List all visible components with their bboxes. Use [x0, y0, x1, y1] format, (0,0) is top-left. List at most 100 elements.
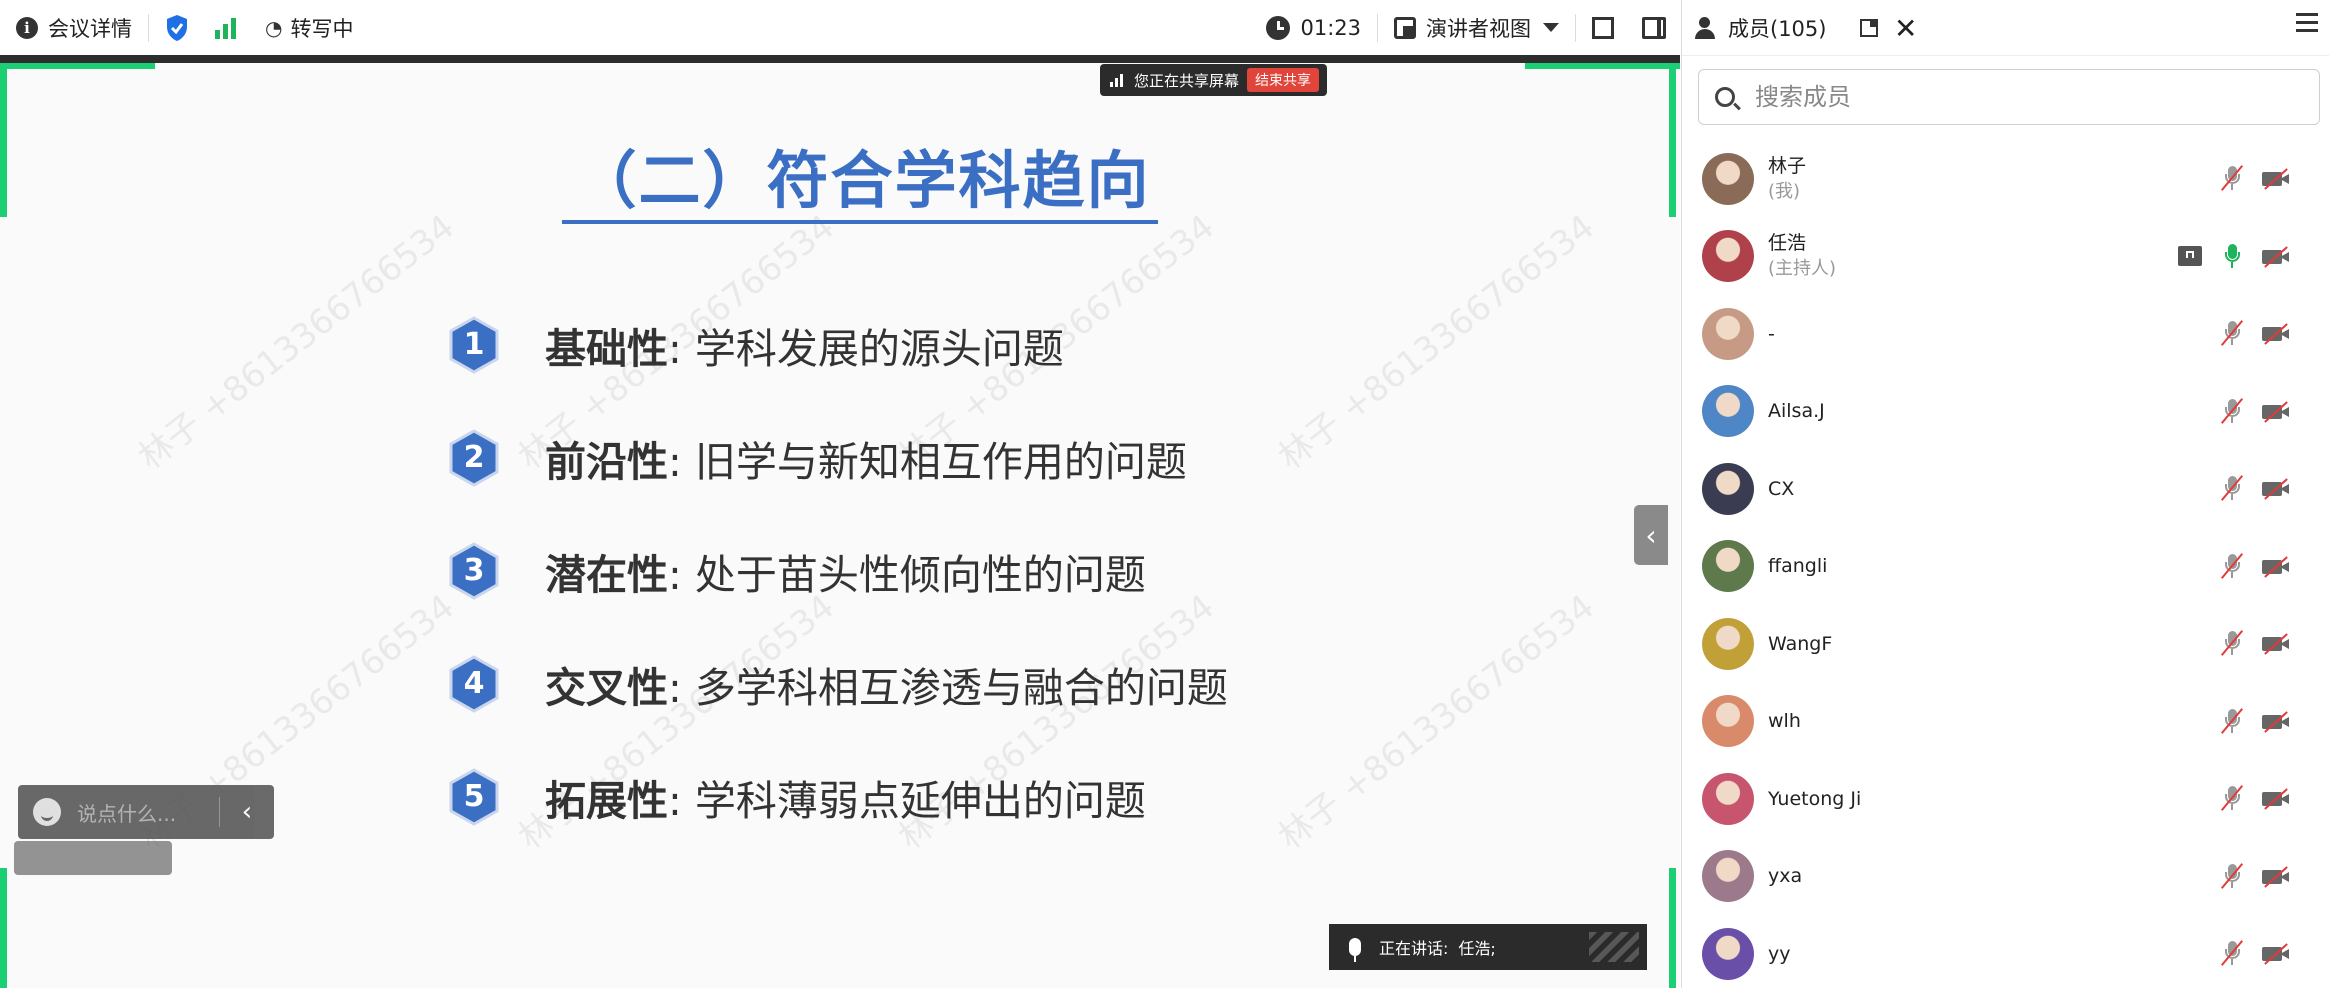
member-name: ffangli	[1768, 555, 1828, 577]
member-row[interactable]: wlh	[1682, 683, 2329, 760]
microphone-muted-icon[interactable]	[2220, 319, 2244, 347]
chat-collapse-button[interactable]: ‹	[220, 797, 274, 827]
member-name: 任浩	[1768, 232, 1807, 254]
member-status-icons	[2220, 784, 2290, 812]
avatar[interactable]	[1702, 772, 1754, 825]
camera-off-icon[interactable]	[2262, 475, 2290, 501]
member-row[interactable]: CX	[1682, 450, 2329, 527]
member-row[interactable]: 林子 (我)	[1682, 140, 2329, 217]
camera-off-icon[interactable]	[2262, 398, 2290, 424]
avatar[interactable]	[1702, 695, 1754, 747]
camera-off-icon[interactable]	[2262, 785, 2290, 811]
avatar[interactable]	[1702, 307, 1754, 360]
point-keyword: 前沿性	[545, 438, 668, 486]
member-status-icons	[2220, 552, 2290, 580]
member-info: -	[1768, 321, 1775, 347]
watermark: 林子 +8613366766534	[1271, 206, 1602, 478]
microphone-muted-icon[interactable]	[2220, 629, 2244, 657]
member-info: 任浩 (主持人)	[1768, 230, 1836, 282]
member-row[interactable]: ffangli	[1682, 528, 2329, 605]
microphone-muted-icon[interactable]	[2220, 474, 2244, 502]
member-status-icons	[2220, 707, 2290, 735]
stage-top-border	[0, 55, 1680, 63]
point-keyword: 潜在性	[545, 551, 668, 599]
chat-shadow	[14, 841, 172, 875]
camera-off-icon[interactable]	[2262, 863, 2290, 889]
toolbar-divider	[1575, 13, 1576, 42]
member-row[interactable]: WangF	[1682, 605, 2329, 682]
avatar[interactable]	[1702, 385, 1754, 437]
view-mode-dropdown[interactable]: 演讲者视图	[1394, 0, 1559, 55]
member-status-icons	[2220, 319, 2290, 347]
microphone-muted-icon[interactable]	[2220, 939, 2244, 967]
member-search-input[interactable]	[1753, 82, 2277, 112]
shared-screen-stage: 林子 +8613366766534 林子 +8613366766534 林子 +…	[0, 55, 1680, 988]
camera-off-icon[interactable]	[2262, 320, 2290, 346]
sidebar-toggle-icon[interactable]	[1642, 16, 1666, 39]
member-role: (我)	[1768, 180, 1801, 202]
menu-icon[interactable]	[2296, 13, 2318, 33]
watermark: 林子 +8613366766534	[1271, 586, 1602, 858]
chat-placeholder[interactable]: 说点什么...	[77, 798, 219, 827]
network-signal-icon[interactable]	[213, 16, 239, 40]
members-title: 成员(105)	[1728, 16, 1827, 41]
member-row[interactable]: yxa	[1682, 838, 2329, 915]
active-speaker-bar: 正在讲话: 任浩;	[1329, 924, 1647, 970]
number-badge-icon: 2	[445, 429, 503, 487]
camera-off-icon[interactable]	[2262, 630, 2290, 656]
chat-input-bar[interactable]: 说点什么... ‹	[18, 785, 274, 839]
share-frame-corner	[1669, 868, 1676, 988]
stop-sharing-button[interactable]: 结束共享	[1247, 68, 1320, 92]
microphone-muted-icon[interactable]	[2220, 862, 2244, 890]
popout-icon[interactable]	[1860, 19, 1878, 37]
security-shield-icon[interactable]	[165, 14, 189, 42]
avatar[interactable]	[1702, 540, 1754, 592]
member-row[interactable]: Ailsa.J	[1682, 373, 2329, 450]
member-search[interactable]	[1698, 69, 2320, 125]
close-icon[interactable]: ✕	[1894, 12, 1917, 45]
member-row[interactable]: 任浩 (主持人)	[1682, 218, 2329, 295]
microphone-muted-icon[interactable]	[2220, 397, 2244, 425]
microphone-muted-icon[interactable]	[2220, 552, 2244, 580]
member-row[interactable]: Yuetong Ji	[1682, 760, 2329, 837]
member-info: 林子 (我)	[1768, 153, 1806, 205]
avatar[interactable]	[1702, 617, 1754, 670]
transcribe-status[interactable]: ◔ 转写中	[239, 0, 353, 55]
camera-off-icon[interactable]	[2262, 708, 2290, 734]
avatar[interactable]	[1702, 927, 1754, 980]
number-badge-icon: 3	[445, 542, 503, 600]
watermark: 林子 +8613366766534	[131, 206, 462, 478]
member-info: yy	[1768, 941, 1791, 967]
fullscreen-icon[interactable]	[1592, 16, 1614, 39]
presenter-view-icon	[1394, 16, 1416, 39]
camera-off-icon[interactable]	[2262, 940, 2290, 966]
view-mode-label: 演讲者视图	[1426, 16, 1531, 41]
meeting-details-button[interactable]: i 会议详情	[16, 0, 132, 55]
member-name: WangF	[1768, 632, 1833, 655]
member-role: (主持人)	[1768, 258, 1837, 279]
camera-off-icon[interactable]	[2262, 165, 2290, 191]
emoji-icon[interactable]	[33, 798, 61, 826]
avatar[interactable]	[1702, 850, 1754, 902]
camera-off-icon[interactable]	[2262, 553, 2290, 579]
collapse-panel-handle[interactable]: ‹	[1634, 505, 1668, 565]
member-row[interactable]: -	[1682, 295, 2329, 372]
member-row[interactable]: yy	[1682, 915, 2329, 992]
point-number: 4	[463, 666, 485, 701]
microphone-muted-icon[interactable]	[2220, 784, 2244, 812]
meeting-toolbar: i 会议详情 ◔ 转写中 01:23 演讲者视图	[0, 0, 1680, 56]
sharing-signal-icon	[1110, 73, 1126, 87]
avatar[interactable]	[1702, 152, 1754, 205]
microphone-muted-icon[interactable]	[2220, 707, 2244, 735]
avatar[interactable]	[1702, 462, 1754, 515]
microphone-on-icon[interactable]	[2220, 242, 2244, 270]
camera-off-icon[interactable]	[2262, 243, 2290, 269]
member-name: Yuetong Ji	[1768, 787, 1862, 810]
microphone-muted-icon[interactable]	[2220, 164, 2244, 192]
avatar[interactable]	[1702, 230, 1754, 282]
chevron-down-icon	[1543, 23, 1559, 32]
meeting-details-label: 会议详情	[48, 16, 132, 41]
member-name: -	[1768, 322, 1775, 345]
point-number: 2	[463, 440, 485, 475]
sharing-status-text: 您正在共享屏幕	[1134, 71, 1240, 90]
